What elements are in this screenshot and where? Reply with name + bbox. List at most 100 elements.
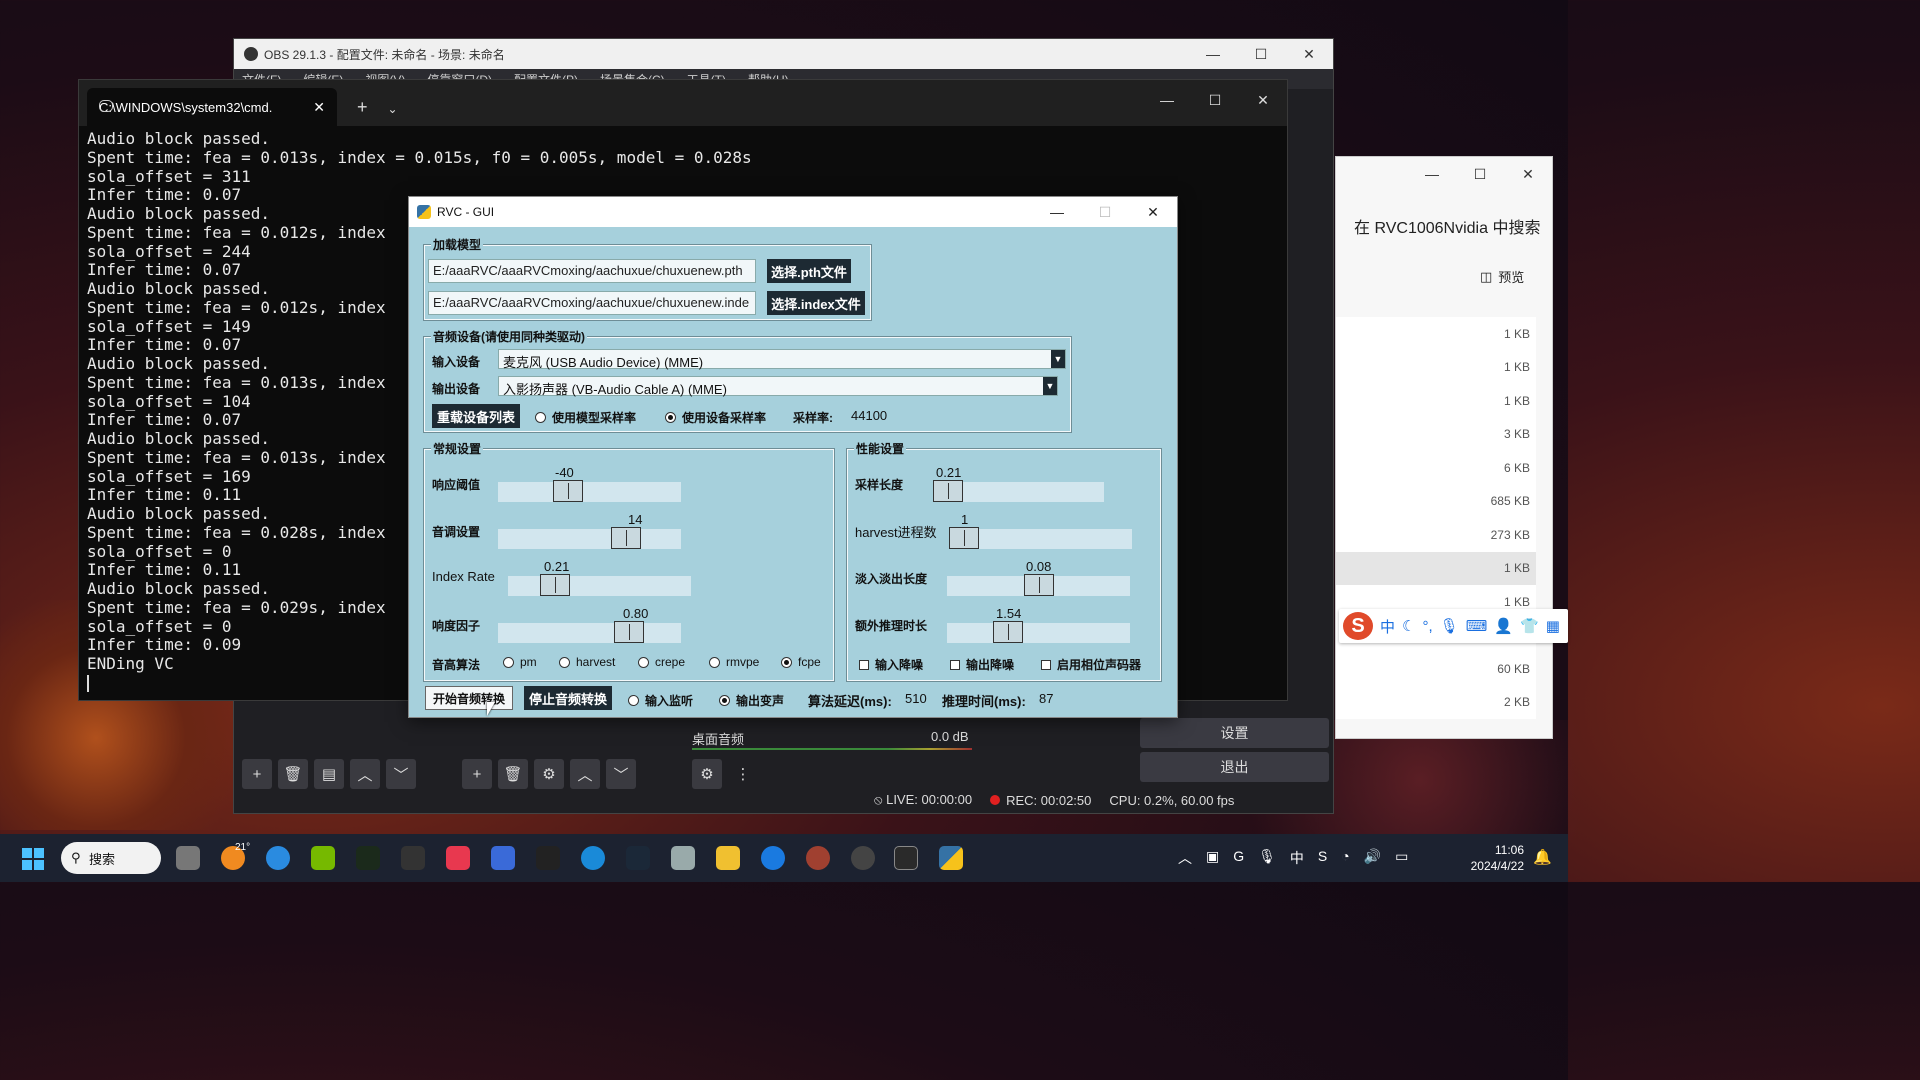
file-list-item[interactable]: 60 KB — [1336, 652, 1536, 686]
gamepad-icon[interactable] — [401, 846, 425, 870]
radio-input-monitor[interactable]: 输入监听 — [628, 692, 693, 709]
chevron-down-icon[interactable]: ⌄ — [388, 102, 398, 116]
minimize-button[interactable]: — — [1189, 39, 1237, 69]
radio-f0-crepe[interactable]: crepe — [638, 655, 685, 669]
radio-model-samplerate[interactable]: 使用模型采样率 — [535, 409, 636, 426]
move-up-icon[interactable]: ︿ — [350, 759, 380, 789]
steam-icon[interactable] — [626, 846, 650, 870]
close-button[interactable]: ✕ — [1285, 39, 1333, 69]
punctuation-icon[interactable]: °, — [1422, 618, 1432, 635]
source-settings-icon[interactable]: ⚙ — [534, 759, 564, 789]
grid-icon[interactable]: ▦ — [1546, 617, 1560, 635]
add-scene-button[interactable]: + — [242, 759, 272, 789]
mixer-settings-icon[interactable]: ⚙ — [692, 759, 722, 789]
minimize-button[interactable]: — — [1143, 80, 1191, 120]
file-list-item[interactable]: 1 KB — [1336, 351, 1536, 385]
settings-app-icon[interactable] — [491, 846, 515, 870]
terminal-taskbar-icon[interactable] — [894, 846, 918, 870]
nvidia-icon[interactable] — [311, 846, 335, 870]
output-denoise-checkbox[interactable]: 输出降噪 — [950, 656, 1014, 673]
circle-app-icon[interactable] — [581, 846, 605, 870]
select-index-button[interactable]: 选择.index文件 — [767, 291, 865, 315]
remove-scene-icon[interactable]: 🗑 — [278, 759, 308, 789]
g-app-icon[interactable] — [536, 846, 560, 870]
source-up-icon[interactable]: ︿ — [570, 759, 600, 789]
tray-mic-icon[interactable]: 🎙 — [1258, 848, 1276, 868]
tray-sogou-icon[interactable]: S — [1318, 848, 1327, 868]
file-list-item[interactable]: 1 KB — [1336, 384, 1536, 418]
python-taskbar-icon[interactable] — [939, 846, 963, 870]
k-app-icon[interactable] — [761, 846, 785, 870]
microphone-icon[interactable]: 🎙 — [1440, 617, 1459, 635]
browser-icon[interactable] — [266, 846, 290, 870]
game-launcher-icon[interactable] — [356, 846, 380, 870]
close-button[interactable]: ✕ — [1129, 197, 1177, 227]
preview-toggle[interactable]: ◫ 预览 — [1480, 267, 1524, 286]
file-list-item[interactable]: 1 KB — [1336, 317, 1536, 351]
tray-ime-lang[interactable]: 中 — [1290, 848, 1304, 868]
file-list-item[interactable]: 2 KB — [1336, 686, 1536, 720]
input-device-select[interactable]: 麦克风 (USB Audio Device) (MME) ▼ — [498, 349, 1066, 370]
maximize-button[interactable]: ☐ — [1191, 80, 1239, 120]
keyboard-icon[interactable]: ⌨ — [1466, 617, 1488, 635]
avatar-app-icon[interactable] — [806, 846, 830, 870]
taskbar-search[interactable]: ⚲ 搜索 — [61, 842, 161, 874]
maximize-button[interactable]: ☐ — [1237, 39, 1285, 69]
slider-thumb[interactable] — [614, 621, 644, 643]
obs-taskbar-icon[interactable] — [851, 846, 875, 870]
moon-icon[interactable]: ☾ — [1402, 617, 1415, 635]
wifi-icon[interactable]: ◔ — [1341, 848, 1349, 868]
settings-button[interactable]: 设置 — [1140, 718, 1329, 748]
close-tab-icon[interactable]: ✕ — [313, 99, 325, 116]
minimize-button[interactable]: — — [1033, 197, 1081, 227]
task-view-icon[interactable] — [176, 846, 200, 870]
close-button[interactable]: ✕ — [1239, 80, 1287, 120]
index-path-field[interactable]: E:/aaaRVC/aaaRVCmoxing/aachuxue/chuxuene… — [428, 291, 756, 315]
file-list-item[interactable]: 1 KB — [1336, 551, 1536, 585]
start-button[interactable] — [22, 848, 44, 870]
new-tab-icon[interactable]: + — [357, 97, 368, 118]
tray-g-icon[interactable]: G — [1233, 848, 1244, 868]
radio-f0-harvest[interactable]: harvest — [559, 655, 615, 669]
rms-slider[interactable] — [498, 621, 681, 643]
move-down-icon[interactable]: ﹀ — [386, 759, 416, 789]
index-rate-slider[interactable] — [508, 574, 691, 596]
volume-icon[interactable]: 🔊 — [1364, 848, 1381, 868]
input-denoise-checkbox[interactable]: 输入降噪 — [859, 656, 923, 673]
clock[interactable]: 11:06 2024/4/22 — [1471, 842, 1524, 874]
harvest-procs-slider[interactable] — [949, 527, 1132, 549]
slider-thumb[interactable] — [949, 527, 979, 549]
remove-source-icon[interactable]: 🗑 — [498, 759, 528, 789]
file-explorer-icon[interactable] — [716, 846, 740, 870]
slider-thumb[interactable] — [1024, 574, 1054, 596]
file-list-item[interactable]: 273 KB — [1336, 518, 1536, 552]
file-list-item[interactable]: 685 KB — [1336, 485, 1536, 519]
radio-output-voice[interactable]: 输出变声 — [719, 692, 784, 709]
block-time-slider[interactable] — [933, 480, 1104, 502]
phase-vocoder-checkbox[interactable]: 启用相位声码器 — [1041, 656, 1141, 673]
more-options-icon[interactable]: ⋮ — [728, 759, 758, 789]
select-pth-button[interactable]: 选择.pth文件 — [767, 259, 851, 283]
radio-device-samplerate[interactable]: 使用设备采样率 — [665, 409, 766, 426]
maximize-button[interactable]: ☐ — [1456, 159, 1504, 189]
extra-time-slider[interactable] — [947, 621, 1130, 643]
reload-devices-button[interactable]: 重载设备列表 — [432, 404, 520, 428]
slider-thumb[interactable] — [540, 574, 570, 596]
threshold-slider[interactable] — [498, 480, 681, 502]
start-conversion-button[interactable]: 开始音频转换 — [425, 686, 513, 710]
add-source-button[interactable]: + — [462, 759, 492, 789]
source-down-icon[interactable]: ﹀ — [606, 759, 636, 789]
explorer-search[interactable]: 在 RVC1006Nvidia 中搜索 — [1354, 214, 1540, 238]
radio-f0-pm[interactable]: pm — [503, 655, 537, 669]
battery-icon[interactable]: ▭ — [1395, 848, 1408, 868]
minimize-button[interactable]: — — [1408, 159, 1456, 189]
sogou-logo-icon[interactable]: S — [1343, 612, 1373, 640]
terminal-tab[interactable]: C:\WINDOWS\system32\cmd. ✕ — [87, 88, 337, 126]
notification-bell-icon[interactable]: 🔔 — [1533, 848, 1552, 866]
user-icon[interactable]: 👤 — [1494, 617, 1513, 635]
output-device-select[interactable]: 入影扬声器 (VB-Audio Cable A) (MME) ▼ — [498, 376, 1058, 397]
gear-app-icon[interactable] — [671, 846, 695, 870]
tray-app-icon[interactable]: ▣ — [1206, 848, 1219, 868]
slider-thumb[interactable] — [611, 527, 641, 549]
slider-thumb[interactable] — [553, 480, 583, 502]
